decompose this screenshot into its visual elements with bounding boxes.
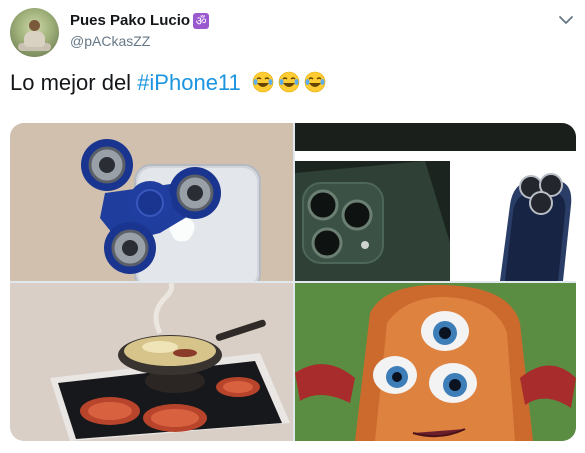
tears-of-joy-emoji-icon bbox=[278, 71, 300, 93]
three-eyed-cartoon-character-image[interactable] bbox=[295, 283, 576, 441]
tweet-text: Lo mejor del #iPhone11 bbox=[10, 70, 330, 96]
fidget-spinner-on-iphone-image[interactable] bbox=[10, 123, 293, 281]
media-grid bbox=[10, 123, 576, 441]
tears-of-joy-emoji-icon bbox=[304, 71, 326, 93]
avatar-figure-body bbox=[24, 31, 45, 47]
author-handle[interactable]: @pACkasZZ bbox=[70, 33, 150, 49]
induction-cooktop-pan-image[interactable] bbox=[10, 283, 293, 441]
author-row: Pues Pako Lucio ॐ bbox=[70, 12, 210, 29]
chevron-down-icon[interactable] bbox=[557, 11, 575, 29]
avatar[interactable] bbox=[10, 8, 59, 57]
hashtag-link[interactable]: #iPhone11 bbox=[137, 70, 241, 95]
tweet-text-body: Lo mejor del bbox=[10, 70, 138, 95]
author-name[interactable]: Pues Pako Lucio bbox=[70, 12, 190, 29]
om-symbol-icon: ॐ bbox=[193, 12, 210, 29]
avatar-figure-head bbox=[29, 20, 40, 31]
iphone-11-pro-camera-and-shaver-image[interactable] bbox=[295, 123, 576, 281]
tears-of-joy-emoji-icon bbox=[252, 71, 274, 93]
